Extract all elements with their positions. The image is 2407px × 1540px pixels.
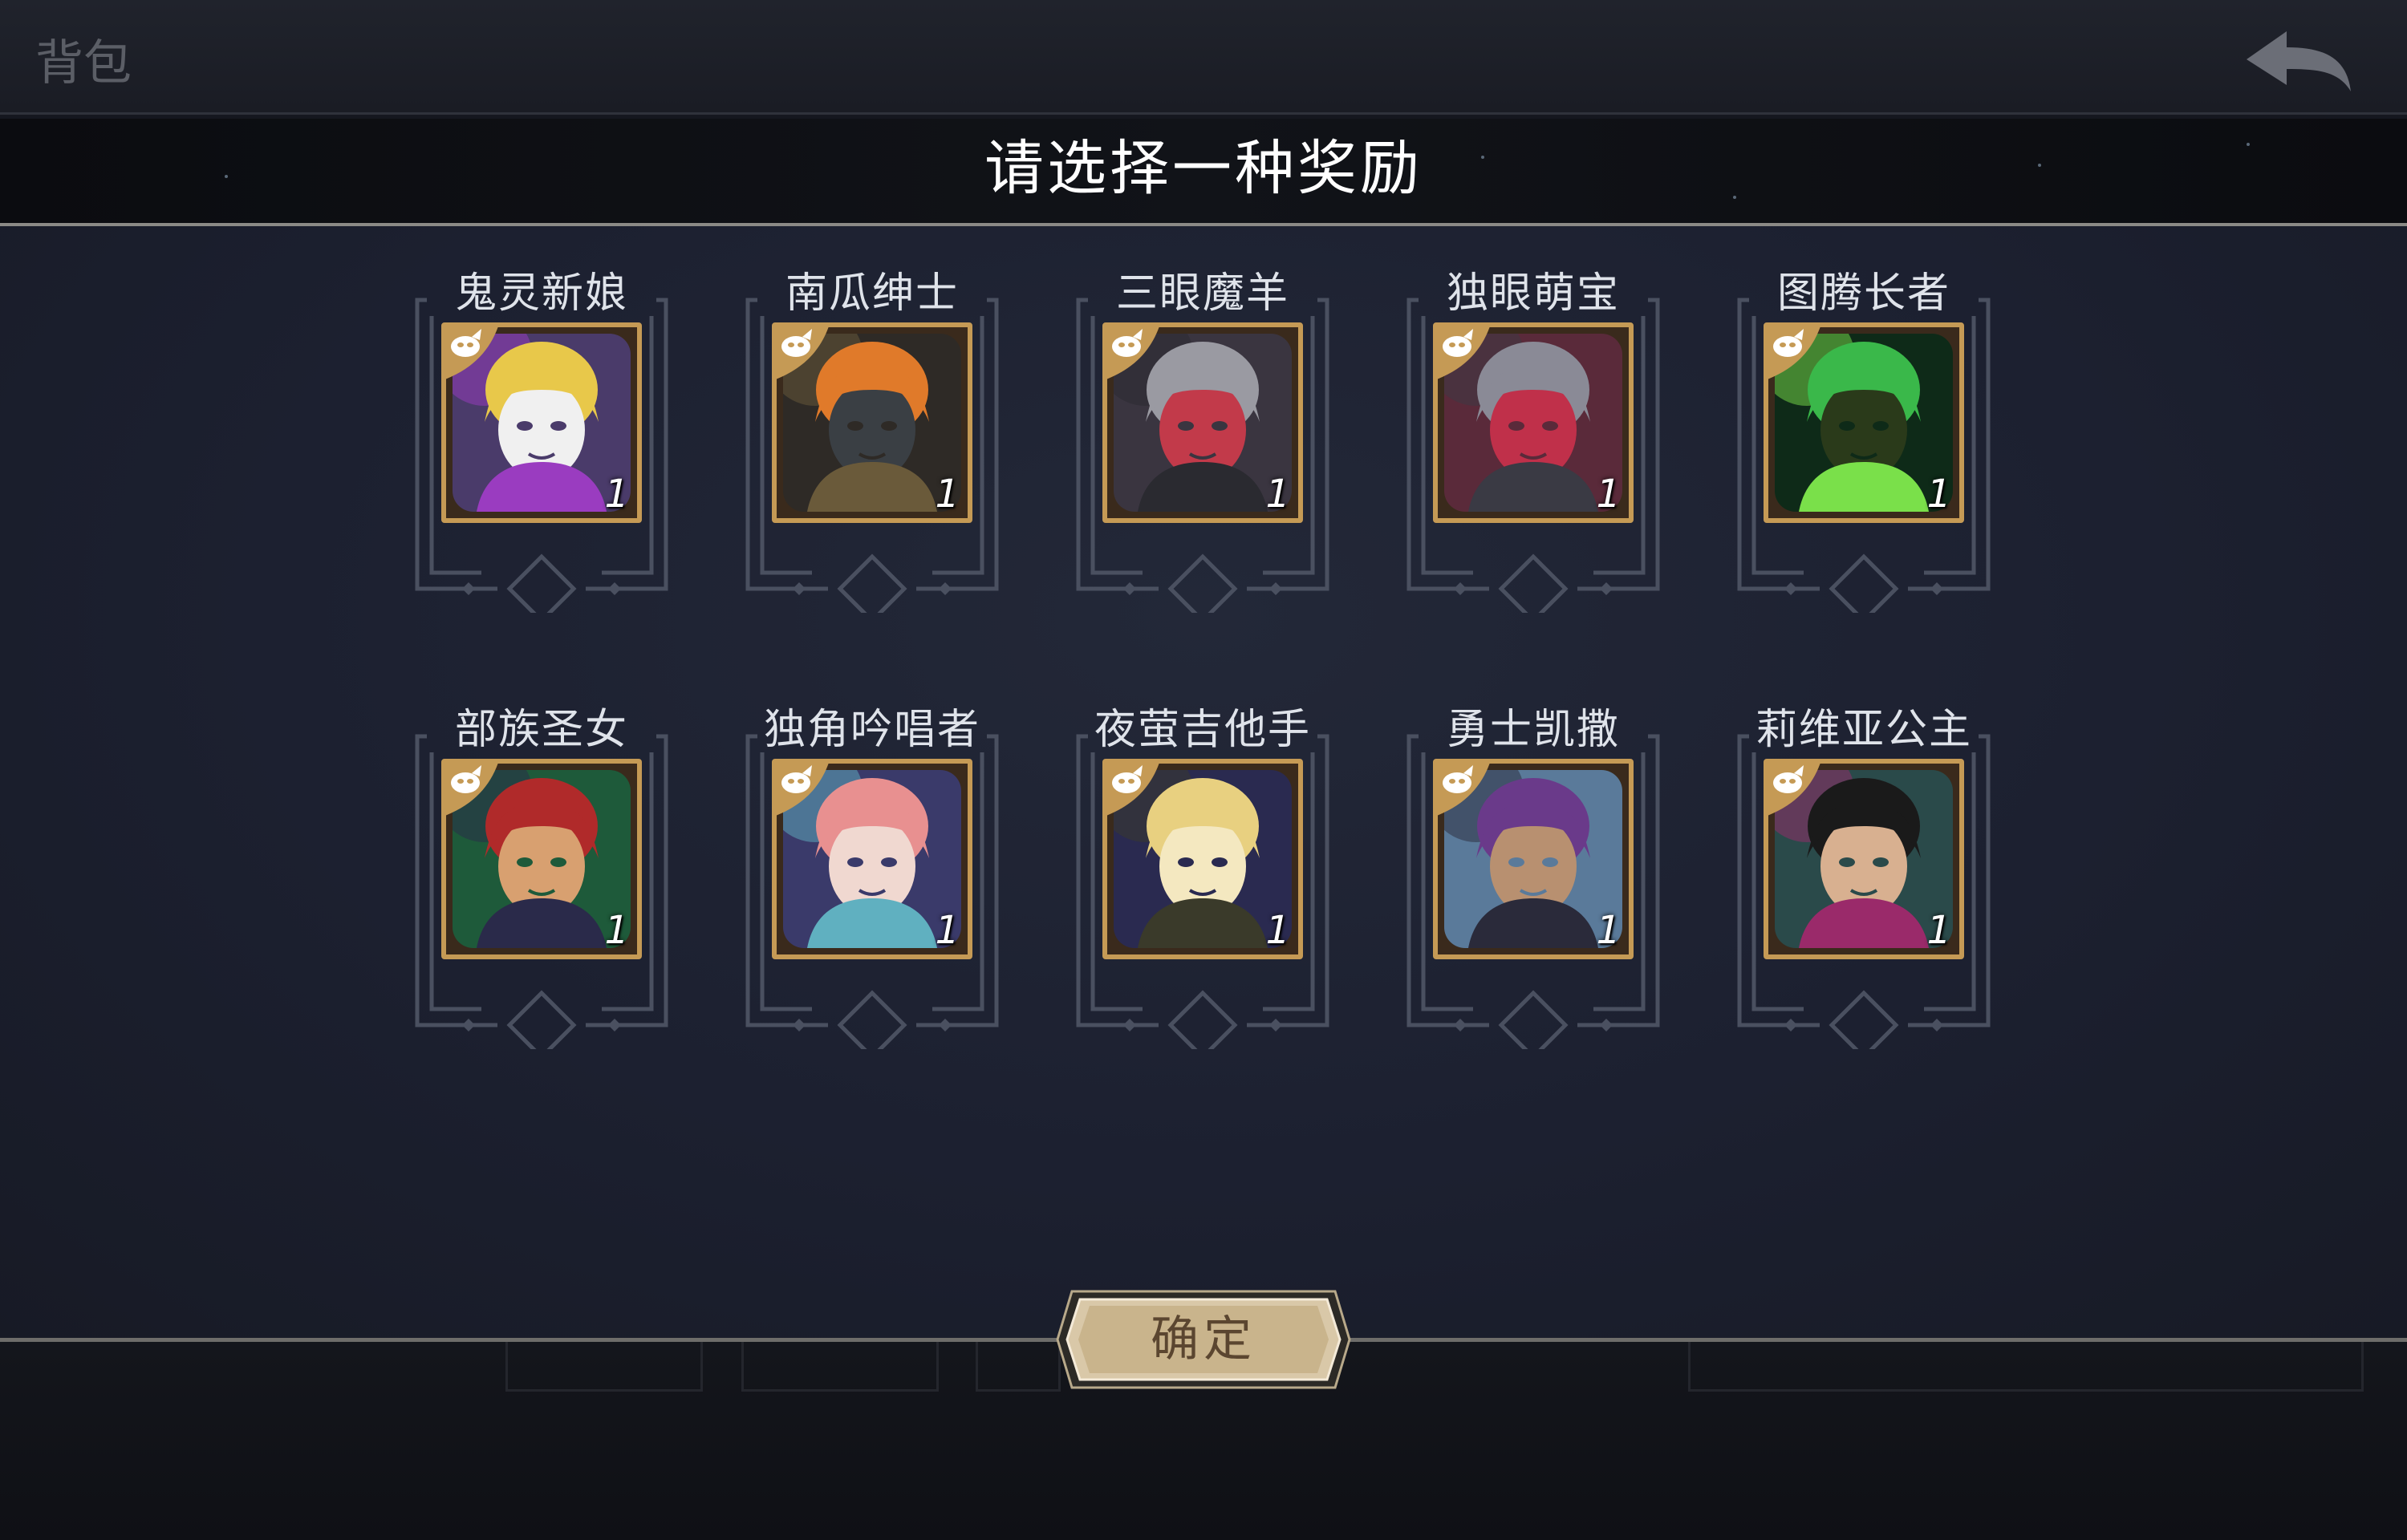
reward-card[interactable]: 三眼魔羊 1	[1070, 270, 1335, 622]
mask-badge-icon	[777, 764, 829, 816]
reward-count: 1	[1926, 472, 1951, 517]
reward-card[interactable]: 部族圣女 1	[409, 706, 674, 1059]
reward-count: 1	[1265, 908, 1290, 953]
mask-badge-icon	[1768, 764, 1820, 816]
reward-name: 莉维亚公主	[1755, 706, 1972, 754]
reward-card[interactable]: 夜萤吉他手 1	[1070, 706, 1335, 1059]
reward-icon[interactable]: 1	[441, 322, 642, 523]
reward-name: 南瓜绅士	[785, 270, 959, 318]
mask-badge-icon	[1438, 764, 1490, 816]
reward-count: 1	[604, 908, 629, 953]
reward-count: 1	[935, 908, 960, 953]
mask-badge-icon	[446, 764, 498, 816]
reward-icon[interactable]: 1	[1764, 322, 1964, 523]
reward-name: 勇士凯撒	[1446, 706, 1620, 754]
reward-name: 鬼灵新娘	[454, 270, 628, 318]
confirm-button-label: 确定	[1151, 1311, 1256, 1368]
reward-card[interactable]: 鬼灵新娘 1	[409, 270, 674, 622]
reward-name: 独角吟唱者	[763, 706, 980, 754]
background-header	[0, 0, 2407, 115]
mask-badge-icon	[1107, 764, 1159, 816]
background-slot	[741, 1341, 939, 1392]
reward-card[interactable]: 莉维亚公主 1	[1731, 706, 1996, 1059]
background-slot	[505, 1341, 703, 1392]
mask-badge-icon	[1107, 327, 1159, 379]
dialog-title: 请选择一种奖励	[984, 134, 1423, 203]
reward-icon[interactable]: 1	[772, 759, 972, 959]
mask-badge-icon	[777, 327, 829, 379]
reward-count: 1	[1265, 472, 1290, 517]
reward-icon[interactable]: 1	[1433, 322, 1634, 523]
reward-icon[interactable]: 1	[1102, 759, 1303, 959]
reward-card[interactable]: 独角吟唱者 1	[740, 706, 1005, 1059]
mask-badge-icon	[446, 327, 498, 379]
background-slot	[976, 1341, 1061, 1392]
reward-name: 独眼萌宝	[1446, 270, 1620, 318]
reward-icon[interactable]: 1	[1764, 759, 1964, 959]
reward-name: 部族圣女	[454, 706, 628, 754]
reward-icon[interactable]: 1	[1433, 759, 1634, 959]
reward-count: 1	[1596, 472, 1621, 517]
reward-card[interactable]: 独眼萌宝 1	[1401, 270, 1666, 622]
reward-count: 1	[1926, 908, 1951, 953]
reward-name: 图腾长者	[1776, 270, 1950, 318]
mask-badge-icon	[1438, 327, 1490, 379]
reward-card[interactable]: 图腾长者 1	[1731, 270, 1996, 622]
reward-count: 1	[935, 472, 960, 517]
mask-badge-icon	[1768, 327, 1820, 379]
confirm-button[interactable]: 确定	[1056, 1290, 1351, 1389]
reward-icon[interactable]: 1	[441, 759, 642, 959]
background-slot	[1688, 1341, 2364, 1392]
reward-card[interactable]: 勇士凯撒 1	[1401, 706, 1666, 1059]
reward-icon[interactable]: 1	[772, 322, 972, 523]
reward-count: 1	[604, 472, 629, 517]
reward-card[interactable]: 南瓜绅士 1	[740, 270, 1005, 622]
reward-count: 1	[1596, 908, 1621, 953]
reward-name: 夜萤吉他手	[1094, 706, 1311, 754]
background-title: 背包	[35, 35, 132, 91]
reward-icon[interactable]: 1	[1102, 322, 1303, 523]
reward-name: 三眼魔羊	[1115, 270, 1289, 318]
back-arrow-icon[interactable]	[2239, 19, 2359, 99]
